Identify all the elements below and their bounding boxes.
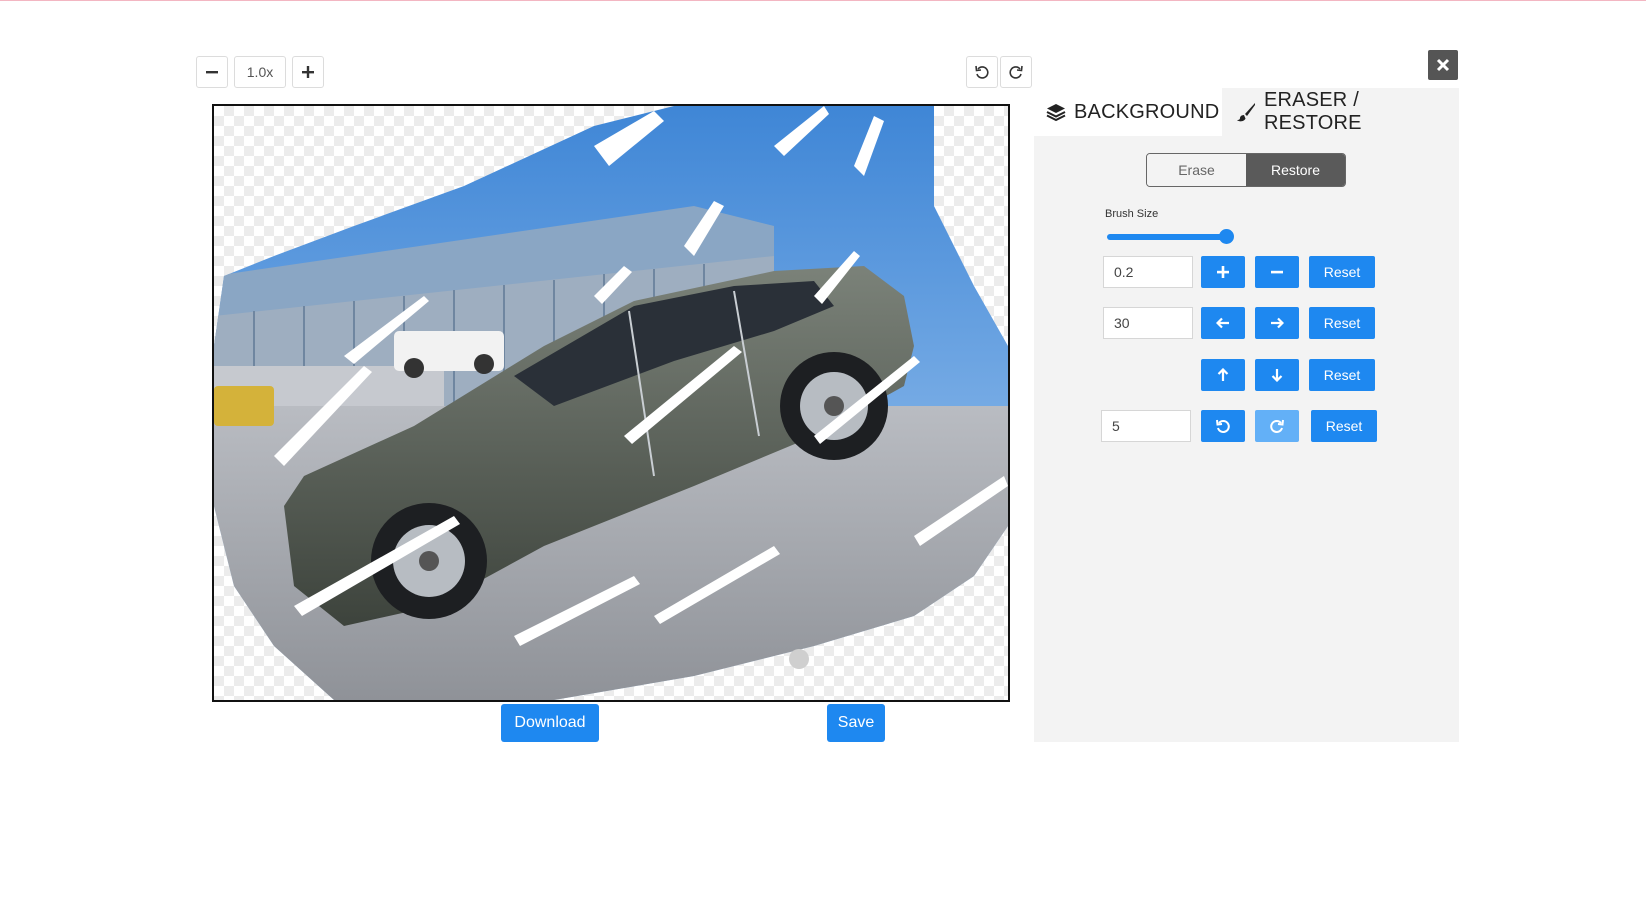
rotate-right-icon xyxy=(1270,419,1284,433)
close-button[interactable] xyxy=(1428,50,1458,80)
zoom-out-button[interactable] xyxy=(196,56,228,88)
tab-background[interactable]: BACKGROUND xyxy=(1046,88,1219,136)
rotate-left-icon xyxy=(1216,419,1230,433)
arrow-left-icon xyxy=(1216,317,1229,329)
settings-panel xyxy=(1034,136,1459,742)
tab-eraser-restore[interactable]: ERASER / RESTORE xyxy=(1222,88,1459,136)
scale-decrease-button[interactable] xyxy=(1255,256,1299,288)
redo-icon xyxy=(1009,65,1023,79)
move-left-button[interactable] xyxy=(1201,307,1245,339)
brush-size-slider-thumb[interactable] xyxy=(1219,229,1234,244)
download-button[interactable]: Download xyxy=(501,704,599,742)
scale-input[interactable]: 0.2 xyxy=(1103,256,1193,288)
move-up-button[interactable] xyxy=(1201,359,1245,391)
tab-background-label: BACKGROUND xyxy=(1074,100,1220,123)
brush-icon xyxy=(1236,102,1256,122)
move-down-button[interactable] xyxy=(1255,359,1299,391)
restore-mode-button[interactable]: Restore xyxy=(1246,154,1345,186)
editor-canvas[interactable] xyxy=(212,104,1010,702)
scale-reset-button[interactable]: Reset xyxy=(1309,256,1375,288)
top-border xyxy=(0,0,1646,1)
car-photo xyxy=(214,106,1008,700)
plus-icon xyxy=(302,66,314,78)
undo-button[interactable] xyxy=(966,56,998,88)
plus-icon xyxy=(1217,266,1229,278)
minus-icon xyxy=(1271,270,1283,274)
zoom-level-display: 1.0x xyxy=(234,56,286,88)
rotate-input[interactable]: 5 xyxy=(1101,410,1191,442)
arrow-right-icon xyxy=(1271,317,1284,329)
rotate-left-button[interactable] xyxy=(1201,410,1245,442)
arrow-down-icon xyxy=(1271,369,1283,382)
minus-icon xyxy=(206,71,218,74)
scale-increase-button[interactable] xyxy=(1201,256,1245,288)
brush-size-slider[interactable] xyxy=(1107,234,1233,240)
vertical-reset-button[interactable]: Reset xyxy=(1309,359,1375,391)
horizontal-reset-button[interactable]: Reset xyxy=(1309,307,1375,339)
tab-eraser-restore-label: ERASER / RESTORE xyxy=(1264,89,1362,134)
close-icon xyxy=(1436,58,1450,72)
horizontal-offset-input[interactable]: 30 xyxy=(1103,307,1193,339)
zoom-in-button[interactable] xyxy=(292,56,324,88)
save-button[interactable]: Save xyxy=(827,704,885,742)
redo-button[interactable] xyxy=(1000,56,1032,88)
move-right-button[interactable] xyxy=(1255,307,1299,339)
undo-icon xyxy=(975,65,989,79)
layers-icon xyxy=(1046,102,1066,122)
zoom-value: 1.0x xyxy=(246,64,274,80)
rotate-right-button[interactable] xyxy=(1255,410,1299,442)
mode-toggle: Erase Restore xyxy=(1146,153,1346,187)
rotate-reset-button[interactable]: Reset xyxy=(1311,410,1377,442)
arrow-up-icon xyxy=(1217,368,1229,381)
erase-mode-button[interactable]: Erase xyxy=(1147,154,1246,186)
brush-size-label: Brush Size xyxy=(1105,208,1159,220)
